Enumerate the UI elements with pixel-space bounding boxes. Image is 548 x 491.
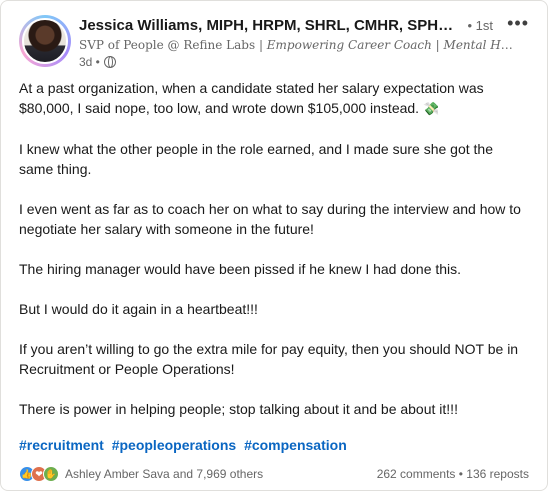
post-paragraph: But I would do it again in a heartbeat!!…: [19, 301, 258, 317]
headline-role: SVP of People @ Refine Labs: [79, 38, 256, 52]
headline-tag: Empowering Career Coach: [266, 38, 432, 52]
hashtag-link[interactable]: #recruitment: [19, 437, 104, 453]
author-headline: SVP of People @ Refine Labs | Empowering…: [79, 38, 519, 52]
hashtags: #recruitment #peopleoperations #compensa…: [19, 437, 351, 453]
avatar[interactable]: [19, 15, 71, 67]
post-paragraph: I even went as far as to coach her on wh…: [19, 201, 521, 237]
author-name-row: Jessica Williams, MIPH, HRPM, SHRL, CMHR…: [79, 17, 493, 34]
social-counts: 👍 ❤ ✋ Ashley Amber Sava and 7,969 others…: [19, 465, 529, 483]
post-header: Jessica Williams, MIPH, HRPM, SHRL, CMHR…: [19, 14, 533, 71]
post-card: Jessica Williams, MIPH, HRPM, SHRL, CMHR…: [0, 0, 548, 491]
globe-icon: [103, 56, 116, 68]
post-paragraph: I knew what the other people in the role…: [19, 141, 493, 177]
hashtag-link[interactable]: #peopleoperations: [112, 437, 236, 453]
stats-separator: •: [455, 467, 467, 481]
reposts-count[interactable]: 136 reposts: [466, 467, 529, 481]
engagement-stats: 262 comments • 136 reposts: [377, 467, 529, 481]
headline-separator: |: [431, 38, 444, 52]
post-paragraph: At a past organization, when a candidate…: [19, 78, 531, 119]
comments-count[interactable]: 262 comments: [377, 467, 456, 481]
post-paragraph: The hiring manager would have been pisse…: [19, 261, 462, 277]
reactions-summary[interactable]: 👍 ❤ ✋ Ashley Amber Sava and 7,969 others: [19, 466, 263, 482]
headline-separator: |: [255, 38, 267, 52]
author-name[interactable]: Jessica Williams, MIPH, HRPM, SHRL, CMHR…: [79, 17, 457, 34]
hashtag-link[interactable]: #compensation: [244, 437, 347, 453]
connection-degree: • 1st: [467, 18, 493, 33]
post-paragraph: There is power in helping people; stop t…: [19, 401, 458, 417]
reactions-text[interactable]: Ashley Amber Sava and 7,969 others: [65, 467, 263, 481]
profile-photo: [22, 18, 68, 64]
support-icon: ✋: [43, 466, 59, 482]
money-emoji-icon: 💸: [422, 101, 440, 116]
post-meta: 3d •: [79, 55, 116, 69]
paragraph-text: At a past organization, when a candidate…: [19, 80, 484, 116]
post-body: At a past organization, when a candidate…: [19, 78, 531, 439]
post-paragraph: If you aren’t willing to go the extra mi…: [19, 341, 519, 377]
headline-tag: Mental Health Ent...: [443, 38, 519, 52]
post-time: 3d •: [79, 55, 100, 69]
more-options-icon[interactable]: •••: [507, 14, 529, 32]
